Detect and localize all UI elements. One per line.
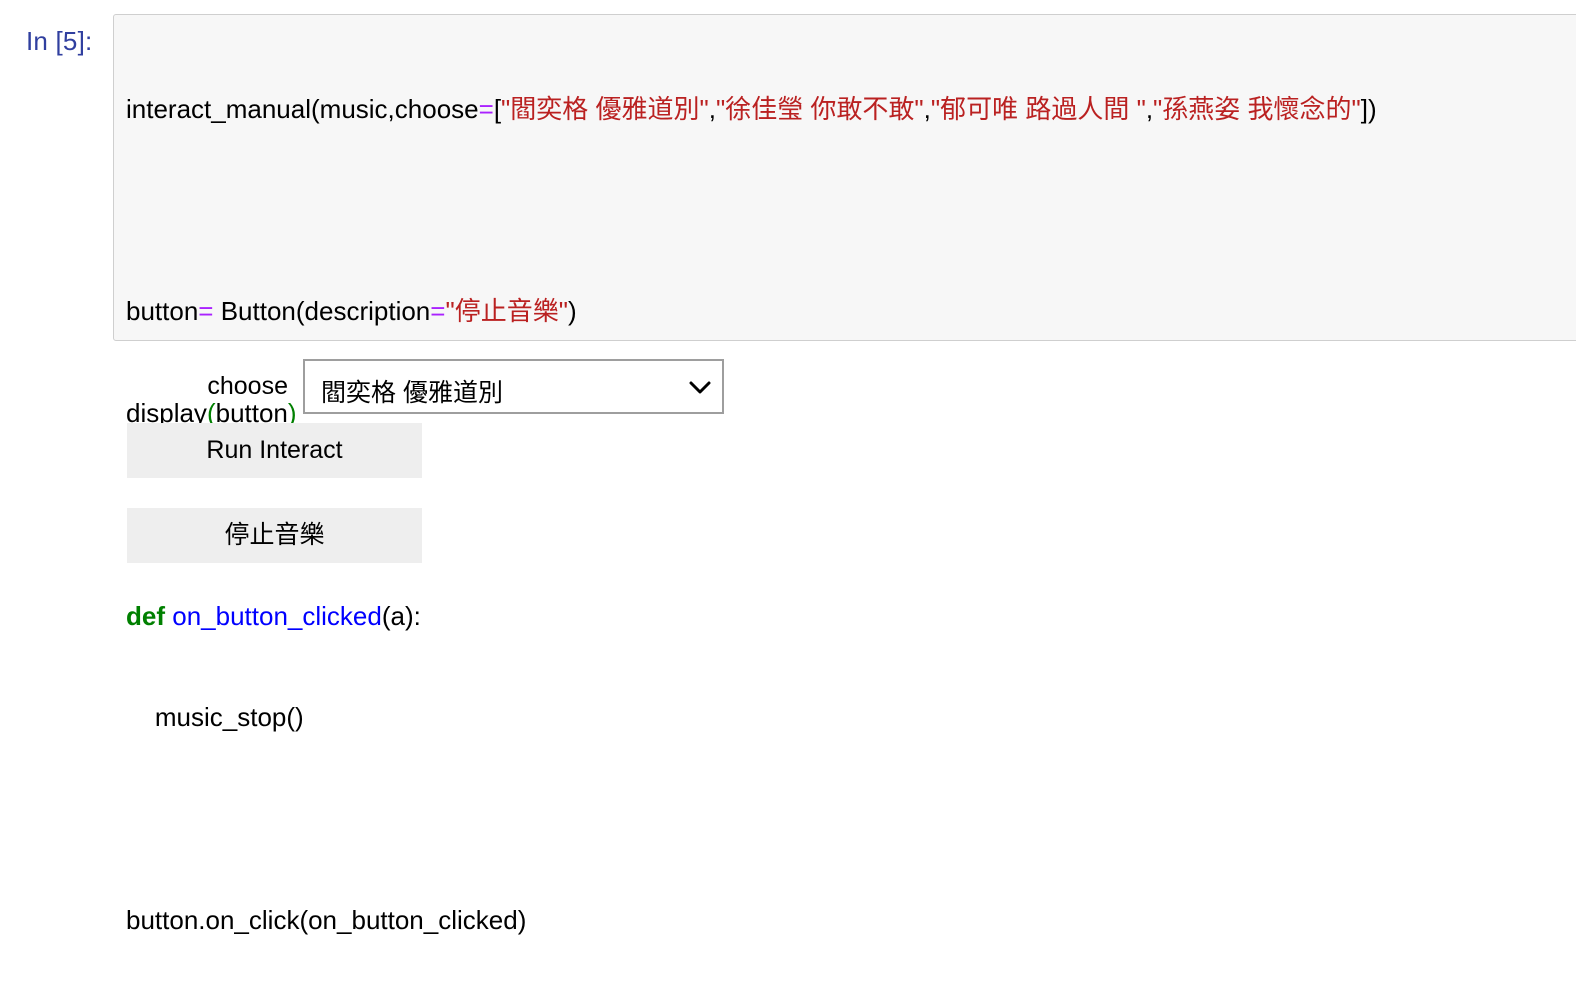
dropdown-selected-value: 閻奕格 優雅道別 bbox=[321, 379, 503, 407]
code-editor[interactable]: interact_manual(music,choose=["閻奕格 優雅道別"… bbox=[113, 14, 1576, 935]
choose-label: choose bbox=[207, 372, 288, 400]
input-prompt: In [5]: bbox=[26, 26, 93, 56]
code-line-9: button.on_click(on_button_clicked) bbox=[126, 904, 527, 935]
notebook-cell: In [5]: interact_manual(music,choose=["閻… bbox=[0, 0, 1576, 935]
code-line-3: button= Button(description="停止音樂") bbox=[126, 296, 577, 327]
choose-dropdown[interactable]: 閻奕格 優雅道別 bbox=[303, 359, 724, 414]
code-line-6: def on_button_clicked(a): bbox=[126, 600, 421, 631]
run-interact-button[interactable]: Run Interact bbox=[127, 423, 422, 478]
code-line-7: music_stop() bbox=[126, 701, 304, 732]
code-line-1: interact_manual(music,choose=["閻奕格 優雅道別"… bbox=[126, 93, 1377, 124]
stop-music-button[interactable]: 停止音樂 bbox=[127, 508, 422, 563]
chevron-down-icon bbox=[689, 381, 711, 394]
